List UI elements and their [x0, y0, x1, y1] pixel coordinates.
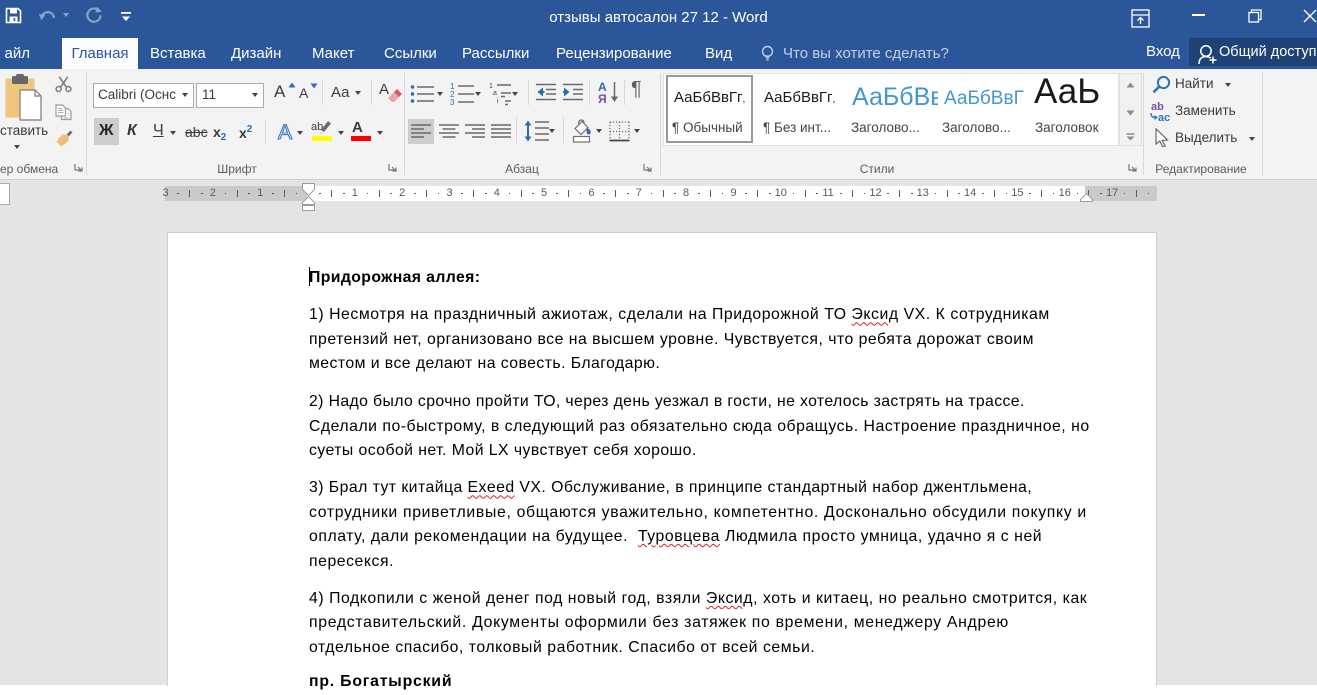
svg-text:1: 1	[489, 83, 493, 90]
svg-text:ac: ac	[1158, 112, 1170, 122]
svg-text:i: i	[497, 98, 499, 105]
svg-text:А: А	[278, 121, 292, 143]
svg-text:ab: ab	[311, 121, 323, 133]
svg-text:3: 3	[450, 98, 455, 106]
svg-text:a: a	[493, 90, 497, 97]
